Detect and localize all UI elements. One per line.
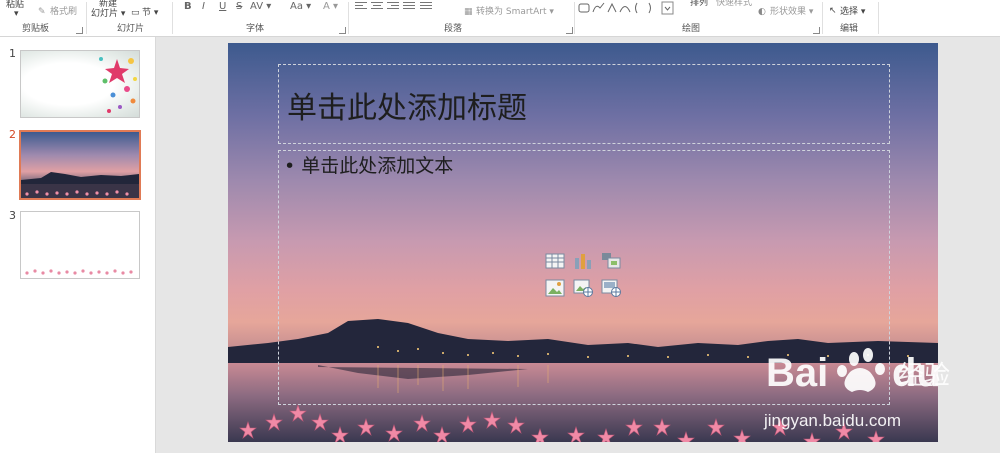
insert-table-icon[interactable] <box>545 252 565 270</box>
strikethrough-button[interactable]: S <box>236 1 242 13</box>
align-left-icon[interactable] <box>355 2 367 11</box>
slide-number-1: 1 <box>9 47 16 60</box>
baidu-jingyan-logo: Bai du jingyan.baidu.com 经验 <box>763 348 950 430</box>
clipboard-group-label: 剪贴板 <box>22 24 50 34</box>
editing-group-label: 编辑 <box>840 24 859 34</box>
drawing-launcher-icon[interactable] <box>813 27 820 34</box>
columns-icon[interactable] <box>420 2 432 11</box>
justify-icon[interactable] <box>403 2 415 11</box>
group-separator <box>172 2 173 34</box>
svg-text:经验: 经验 <box>898 361 950 391</box>
clipboard-launcher-icon[interactable] <box>76 27 83 34</box>
format-painter-button[interactable]: 格式刷 <box>50 7 77 17</box>
font-color-button[interactable]: A ▾ <box>323 1 338 13</box>
shape-effects-button[interactable]: 形状效果 ▾ <box>770 7 813 17</box>
baidu-jingyan-watermark: Bai du jingyan.baidu.com 经验 <box>760 340 960 435</box>
convert-smartart-button[interactable]: 转换为 SmartArt ▾ <box>476 7 554 17</box>
group-separator <box>86 2 87 34</box>
group-separator <box>348 2 349 34</box>
smartart-icon: ▦ <box>464 7 473 17</box>
section-icon: ▭ <box>131 8 140 18</box>
section-button[interactable]: 节 ▾ <box>142 8 158 18</box>
new-slide-button[interactable]: 新建 <box>99 0 117 9</box>
align-right-icon[interactable] <box>387 2 399 11</box>
group-separator <box>822 2 823 34</box>
slide-thumbnail-3[interactable] <box>20 211 140 279</box>
paste-dropdown-icon[interactable]: ▾ <box>14 9 19 19</box>
ribbon: 粘贴 ▾ ✎ 格式刷 剪贴板 新建 幻灯片 ▾ ▭ 节 ▾ 幻灯片 B I U … <box>0 0 1000 37</box>
slides-group-label: 幻灯片 <box>117 24 145 34</box>
group-separator <box>878 2 879 34</box>
slide-number-2: 2 <box>9 128 16 141</box>
arrange-button[interactable]: 排列 <box>690 0 708 8</box>
slide-thumbnail-1[interactable] <box>20 50 140 118</box>
character-spacing-button[interactable]: AV ▾ <box>250 1 271 13</box>
shapes-gallery-icon[interactable] <box>578 1 682 15</box>
sunset-decoration <box>21 172 139 198</box>
shape-effects-icon: ◐ <box>758 7 766 17</box>
font-group-label: 字体 <box>246 24 265 34</box>
italic-button[interactable]: I <box>202 1 205 13</box>
insert-smartart-icon[interactable] <box>601 252 621 270</box>
insert-online-picture-icon[interactable] <box>573 279 593 297</box>
cursor-icon: ↖ <box>829 6 837 16</box>
drawing-group-label: 绘图 <box>682 24 701 34</box>
stars-decoration <box>99 57 137 113</box>
format-painter-icon: ✎ <box>38 7 46 17</box>
slide-number-3: 3 <box>9 209 16 222</box>
font-launcher-icon[interactable] <box>339 27 346 34</box>
insert-chart-icon[interactable] <box>573 252 593 270</box>
select-button[interactable]: 选择 ▾ <box>840 7 865 17</box>
align-center-icon[interactable] <box>371 2 383 11</box>
group-separator <box>574 2 575 34</box>
new-slide-dropdown[interactable]: 幻灯片 ▾ <box>91 9 125 19</box>
change-case-button[interactable]: Aa ▾ <box>290 1 311 13</box>
underline-button[interactable]: U <box>219 1 226 13</box>
slide-thumbnails-pane: 1 2 3 <box>0 37 156 453</box>
paragraph-group-label: 段落 <box>444 24 463 34</box>
title-placeholder[interactable]: 单击此处添加标题 <box>278 64 890 144</box>
insert-picture-icon[interactable] <box>545 279 565 297</box>
bold-button[interactable]: B <box>184 1 192 13</box>
content-placeholder-text: • 单击此处添加文本 <box>284 155 454 177</box>
quick-styles-button[interactable]: 快速样式 <box>716 0 752 8</box>
title-placeholder-text: 单击此处添加标题 <box>287 91 527 126</box>
insert-video-icon[interactable] <box>601 279 621 297</box>
svg-text:Bai: Bai <box>766 351 828 395</box>
svg-text:jingyan.baidu.com: jingyan.baidu.com <box>763 411 901 430</box>
paragraph-launcher-icon[interactable] <box>566 27 573 34</box>
slide-thumbnail-2[interactable] <box>19 130 141 200</box>
stars-border-decoration <box>25 269 133 275</box>
